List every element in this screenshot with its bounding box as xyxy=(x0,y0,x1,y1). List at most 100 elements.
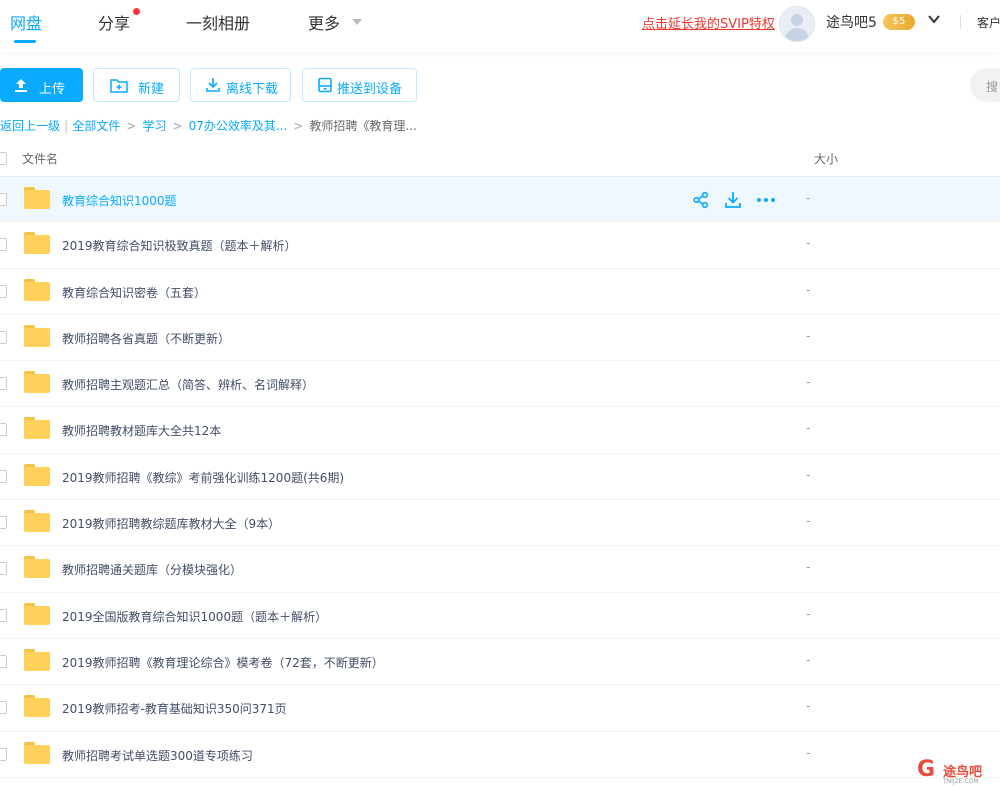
breadcrumb-separator: > xyxy=(293,119,304,133)
tab-more[interactable]: 更多 xyxy=(308,10,340,34)
breadcrumb: 返回上一级 | 全部文件 > 学习 >07办公效率及其... > 教师招聘《教育理... xyxy=(0,117,417,134)
file-name[interactable]: 2019教师招聘《教育理论综合》模考卷（72套，不断更新） xyxy=(62,654,384,671)
new-folder-button[interactable]: 新建 xyxy=(93,68,180,102)
search-input[interactable]: 搜 xyxy=(970,68,1000,102)
file-name[interactable]: 教师招聘通关题库（分模块强化） xyxy=(62,561,242,578)
push-device-button[interactable]: 推送到设备 xyxy=(302,68,417,102)
upload-button[interactable]: 上传 xyxy=(0,68,83,102)
share-icon[interactable] xyxy=(692,191,710,213)
table-row[interactable]: 教育综合知识1000题 - xyxy=(0,176,1000,223)
tab-netdisk[interactable]: 网盘 xyxy=(10,10,42,34)
user-menu-chevron-icon[interactable] xyxy=(927,12,941,30)
table-row[interactable]: 2019教育综合知识极致真题（题本＋解析） - xyxy=(0,222,1000,269)
row-checkbox[interactable] xyxy=(0,238,7,252)
folder-icon xyxy=(24,324,50,347)
file-size: - xyxy=(806,514,811,529)
file-size: - xyxy=(806,745,811,760)
breadcrumb-item-study[interactable]: 学习 xyxy=(142,119,166,133)
table-row[interactable]: 2019全国版教育综合知识1000题（题本＋解析） - xyxy=(0,593,1000,639)
all-files-link[interactable]: 全部文件 xyxy=(72,119,120,133)
more-icon[interactable] xyxy=(756,191,776,213)
offline-download-button[interactable]: 离线下载 xyxy=(190,68,291,102)
column-size-header[interactable]: 大小 xyxy=(814,150,838,167)
table-row[interactable]: 教育综合知识密卷（五套） - xyxy=(0,269,1000,315)
client-link[interactable]: 客户 xyxy=(977,14,1000,31)
table-row[interactable]: 2019教师招聘《教育理论综合》模考卷（72套，不断更新） - xyxy=(0,639,1000,686)
file-size: - xyxy=(806,421,811,436)
folder-icon xyxy=(24,371,50,394)
file-name[interactable]: 教师招聘主观题汇总（简答、辨析、名词解释） xyxy=(62,376,314,393)
upload-label: 上传 xyxy=(39,82,66,97)
row-checkbox[interactable] xyxy=(0,423,7,437)
file-name[interactable]: 2019教师招聘教综题库教材大全（9本） xyxy=(62,515,280,532)
avatar-body xyxy=(785,28,809,41)
file-list: 教育综合知识1000题 - 2019教育综合知识极致真题（题本＋解析） - 教育… xyxy=(0,176,1000,778)
breadcrumb-item-office[interactable]: 07办公效率及其... xyxy=(189,119,288,133)
table-row[interactable]: 教师招聘各省真题（不断更新） - xyxy=(0,315,1000,362)
row-checkbox[interactable] xyxy=(0,377,7,391)
chevron-down-icon[interactable] xyxy=(352,19,362,25)
folder-icon xyxy=(24,741,50,764)
row-checkbox[interactable] xyxy=(0,654,7,668)
folder-icon xyxy=(24,417,50,440)
folder-icon xyxy=(24,556,50,579)
svip-renew-link[interactable]: 点击延长我的SVIP特权 xyxy=(642,13,775,32)
row-checkbox[interactable] xyxy=(0,562,7,576)
file-name[interactable]: 教师招聘考试单选题300道专项练习 xyxy=(62,747,253,764)
row-checkbox[interactable] xyxy=(0,608,7,622)
table-row[interactable]: 2019教师招考-教育基础知识350问371页 - xyxy=(0,685,1000,732)
select-all-checkbox[interactable] xyxy=(0,152,7,165)
row-checkbox[interactable] xyxy=(0,193,7,206)
file-name[interactable]: 2019教师招考-教育基础知识350问371页 xyxy=(62,700,287,717)
username[interactable]: 途鸟吧5 xyxy=(826,12,877,32)
new-label: 新建 xyxy=(138,82,165,97)
file-name[interactable]: 教师招聘各省真题（不断更新） xyxy=(62,330,230,347)
new-folder-icon xyxy=(110,77,128,97)
table-row[interactable]: 教师招聘考试单选题300道专项练习 - xyxy=(0,732,1000,778)
table-row[interactable]: 教师招聘主观题汇总（简答、辨析、名词解释） - xyxy=(0,361,1000,408)
file-name[interactable]: 2019教师招聘《教综》考前强化训练1200题(共6期) xyxy=(62,469,344,486)
breadcrumb-separator: > xyxy=(126,119,137,133)
vip-badge: $5 xyxy=(883,14,915,30)
row-checkbox[interactable] xyxy=(0,747,7,761)
tab-album[interactable]: 一刻相册 xyxy=(186,10,250,34)
folder-icon xyxy=(24,602,50,625)
download-icon[interactable] xyxy=(724,191,742,213)
folder-icon xyxy=(24,695,50,718)
push-device-label: 推送到设备 xyxy=(337,82,403,97)
row-checkbox[interactable] xyxy=(0,516,7,530)
avatar-head xyxy=(791,14,803,26)
logo-icon: G xyxy=(917,757,936,782)
download-icon xyxy=(205,77,221,97)
table-row[interactable]: 2019教师招聘教综题库教材大全（9本） - xyxy=(0,500,1000,547)
file-name[interactable]: 教育综合知识1000题 xyxy=(62,192,177,209)
folder-icon xyxy=(24,463,50,486)
avatar[interactable] xyxy=(779,6,815,42)
file-list-header: 文件名 大小 xyxy=(0,140,1000,176)
tab-share[interactable]: 分享 xyxy=(98,10,130,34)
back-link[interactable]: 返回上一级 xyxy=(0,119,60,133)
file-name[interactable]: 2019教育综合知识极致真题（题本＋解析） xyxy=(62,237,297,254)
row-checkbox[interactable] xyxy=(0,330,7,344)
folder-icon xyxy=(24,232,50,255)
file-size: - xyxy=(806,467,811,482)
file-name[interactable]: 教师招聘教材题库大全共12本 xyxy=(62,422,221,439)
row-checkbox[interactable] xyxy=(0,284,7,298)
file-name[interactable]: 2019全国版教育综合知识1000题（题本＋解析） xyxy=(62,608,327,625)
column-name-header[interactable]: 文件名 xyxy=(22,150,58,167)
folder-icon xyxy=(24,187,50,209)
file-name[interactable]: 教育综合知识密卷（五套） xyxy=(62,284,206,301)
row-checkbox[interactable] xyxy=(0,701,7,715)
vip-level: 5 xyxy=(899,16,906,27)
file-size: - xyxy=(806,282,811,297)
upload-icon xyxy=(13,77,29,97)
file-size: - xyxy=(806,328,811,343)
table-row[interactable]: 教师招聘通关题库（分模块强化） - xyxy=(0,546,1000,593)
row-checkbox[interactable] xyxy=(0,469,7,483)
divider xyxy=(960,15,961,29)
table-row[interactable]: 2019教师招聘《教综》考前强化训练1200题(共6期) - xyxy=(0,454,1000,501)
folder-icon xyxy=(24,648,50,671)
table-row[interactable]: 教师招聘教材题库大全共12本 - xyxy=(0,407,1000,454)
notification-dot xyxy=(133,8,140,15)
divider: | xyxy=(64,119,69,133)
